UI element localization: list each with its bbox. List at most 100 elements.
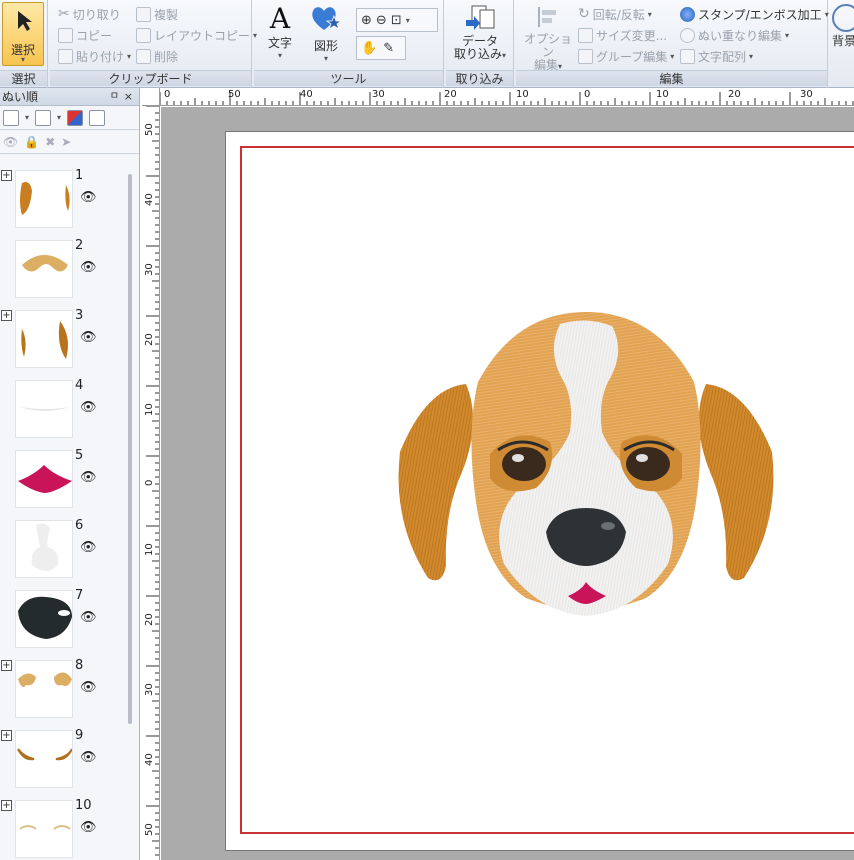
color-order-icon[interactable] bbox=[67, 109, 84, 126]
eye-icon[interactable]: 👁 bbox=[80, 470, 97, 485]
chevron-down-icon[interactable]: ▾ bbox=[57, 113, 61, 122]
lock-icon[interactable]: 🔒 bbox=[24, 135, 39, 149]
group-tools: A 文字 ▾ 図形 ▾ ⊕ ⊖ ⊡ ▾ ✋ ✎ ツール bbox=[254, 0, 444, 88]
expand-icon[interactable]: + bbox=[1, 170, 12, 181]
duplicate-button[interactable]: 複製 bbox=[136, 4, 178, 24]
cursor-arrow-icon[interactable]: ➤ bbox=[61, 135, 71, 149]
item-number: 7 bbox=[75, 588, 84, 603]
close-icon[interactable]: ✖ bbox=[45, 135, 55, 149]
list-item[interactable]: + 3 👁 bbox=[0, 308, 128, 378]
duplicate-icon bbox=[136, 6, 151, 22]
list-item[interactable]: + 9 👁 bbox=[0, 728, 128, 798]
copy-button[interactable]: コピー bbox=[58, 25, 112, 45]
background-label: 背景 bbox=[832, 34, 854, 48]
expand-icon[interactable]: + bbox=[1, 310, 12, 321]
eye-icon[interactable]: 👁 bbox=[80, 540, 97, 555]
zoom-toolbar: ⊕ ⊖ ⊡ ▾ bbox=[356, 8, 438, 32]
list-item[interactable]: 2 👁 bbox=[0, 238, 128, 308]
copy-icon bbox=[58, 27, 73, 43]
cut-button[interactable]: ✂ 切り取り bbox=[58, 4, 121, 24]
text-tool-button[interactable]: A 文字 ▾ bbox=[260, 4, 300, 61]
item-number: 2 bbox=[75, 238, 84, 253]
shape-tool-button[interactable]: 図形 ▾ bbox=[304, 2, 348, 63]
rotate-icon: ↻ bbox=[578, 6, 590, 22]
list-item[interactable]: 4 👁 bbox=[0, 378, 128, 448]
layout-copy-icon bbox=[136, 27, 151, 43]
data-import-button[interactable]: データ 取り込み▾ bbox=[450, 4, 510, 62]
eye-icon[interactable]: 👁 bbox=[80, 260, 97, 275]
zoom-fit-icon[interactable]: ⊡ bbox=[391, 13, 402, 28]
ruler-left-label: 20 bbox=[144, 613, 155, 626]
design-canvas[interactable] bbox=[161, 107, 854, 860]
ruler-top-label: 30 bbox=[800, 89, 813, 100]
ruler-left-label: 40 bbox=[144, 193, 155, 206]
text-arrange-button[interactable]: 文字配列 ▾ bbox=[680, 46, 753, 66]
thumbnail-head-top bbox=[15, 240, 73, 298]
list-item[interactable]: + 10 👁 bbox=[0, 798, 128, 860]
ruler-left-label: 10 bbox=[144, 403, 155, 416]
eye-icon[interactable]: 👁 bbox=[80, 400, 97, 415]
paste-button[interactable]: 貼り付け ▾ bbox=[58, 46, 131, 66]
item-number: 1 bbox=[75, 168, 84, 183]
stamp-icon bbox=[680, 6, 695, 22]
layout-copy-button[interactable]: レイアウトコピー ▾ bbox=[136, 25, 257, 45]
delete-button[interactable]: 削除 bbox=[136, 46, 178, 66]
list-item[interactable]: 5 👁 bbox=[0, 448, 128, 518]
chevron-down-icon[interactable]: ▾ bbox=[25, 113, 29, 122]
expand-icon[interactable]: + bbox=[1, 800, 12, 811]
group-select: 選択 ▾ 選択 bbox=[0, 0, 48, 88]
eye-icon[interactable]: 👁 bbox=[80, 750, 97, 765]
rotate-flip-button[interactable]: ↻ 回転/反転 ▾ bbox=[578, 4, 652, 24]
resize-button[interactable]: サイズ変更... bbox=[578, 25, 667, 45]
select-button[interactable]: 選択 ▾ bbox=[2, 2, 44, 66]
zoom-out-icon[interactable]: ⊖ bbox=[376, 13, 387, 28]
ruler-top-label: 30 bbox=[372, 89, 385, 100]
stitch-overlap-button[interactable]: ぬい重なり編集 ▾ bbox=[680, 25, 789, 45]
overlap-icon bbox=[680, 27, 695, 43]
paste-label: 貼り付け bbox=[76, 49, 125, 64]
chevron-down-icon: ▾ bbox=[785, 30, 790, 40]
group-edit-button[interactable]: グループ編集 ▾ bbox=[578, 46, 674, 66]
list-item[interactable]: + 8 👁 bbox=[0, 658, 128, 728]
frame-icon[interactable] bbox=[89, 109, 106, 126]
thumbnail-tongue bbox=[15, 450, 73, 508]
background-button[interactable]: 背景 bbox=[832, 4, 854, 49]
ruler-top-label: 10 bbox=[656, 89, 669, 100]
duplicate-label: 複製 bbox=[154, 7, 179, 22]
eye-icon[interactable]: 👁 bbox=[80, 190, 97, 205]
stamp-emboss-button[interactable]: スタンプ/エンボス加工 ▾ bbox=[680, 4, 829, 24]
fit-icon[interactable] bbox=[3, 109, 19, 126]
delete-label: 削除 bbox=[154, 49, 179, 64]
list-item[interactable]: 7 👁 bbox=[0, 588, 128, 658]
item-number: 4 bbox=[75, 378, 84, 393]
eye-icon[interactable]: 👁 bbox=[80, 330, 97, 345]
eye-icon[interactable]: 👁 bbox=[80, 820, 97, 835]
list-item[interactable]: + 1 👁 bbox=[0, 168, 128, 238]
group-tree-icon[interactable] bbox=[35, 109, 52, 126]
group-edit-label: 編集 bbox=[516, 70, 827, 86]
group-clipboard: ✂ 切り取り 複製 コピー レイアウトコピー ▾ 貼り付け ▾ 削除 クリップボ… bbox=[50, 0, 257, 88]
eye-icon[interactable]: 👁 bbox=[3, 135, 18, 149]
pin-icon[interactable]: ㅁ bbox=[110, 88, 119, 106]
chevron-down-icon: ▾ bbox=[647, 9, 652, 19]
thumbnail-ears-dark bbox=[15, 310, 73, 368]
expand-icon[interactable]: + bbox=[1, 730, 12, 741]
ruler-left-label: 50 bbox=[144, 123, 155, 136]
expand-icon[interactable]: + bbox=[1, 660, 12, 671]
design-sheet[interactable] bbox=[225, 131, 854, 851]
hand-icon[interactable]: ✋ bbox=[361, 41, 377, 56]
panel-scrollbar[interactable] bbox=[128, 174, 132, 724]
eye-icon[interactable]: 👁 bbox=[80, 680, 97, 695]
chevron-down-icon[interactable]: ▾ bbox=[406, 16, 410, 25]
copy-label: コピー bbox=[76, 28, 113, 43]
close-icon[interactable]: × bbox=[124, 88, 133, 106]
zoom-in-icon[interactable]: ⊕ bbox=[361, 13, 372, 28]
thumbnail-light-curve bbox=[15, 380, 73, 438]
option-edit-button[interactable]: オプション 編集▾ bbox=[520, 4, 576, 73]
list-item[interactable]: 6 👁 bbox=[0, 518, 128, 588]
eye-icon[interactable]: 👁 bbox=[80, 610, 97, 625]
item-number: 5 bbox=[75, 448, 84, 463]
beagle-embroidery-design[interactable] bbox=[386, 302, 786, 642]
layout-copy-label: レイアウトコピー bbox=[154, 28, 251, 43]
ruler-measure-icon[interactable]: ✎ bbox=[383, 41, 394, 56]
